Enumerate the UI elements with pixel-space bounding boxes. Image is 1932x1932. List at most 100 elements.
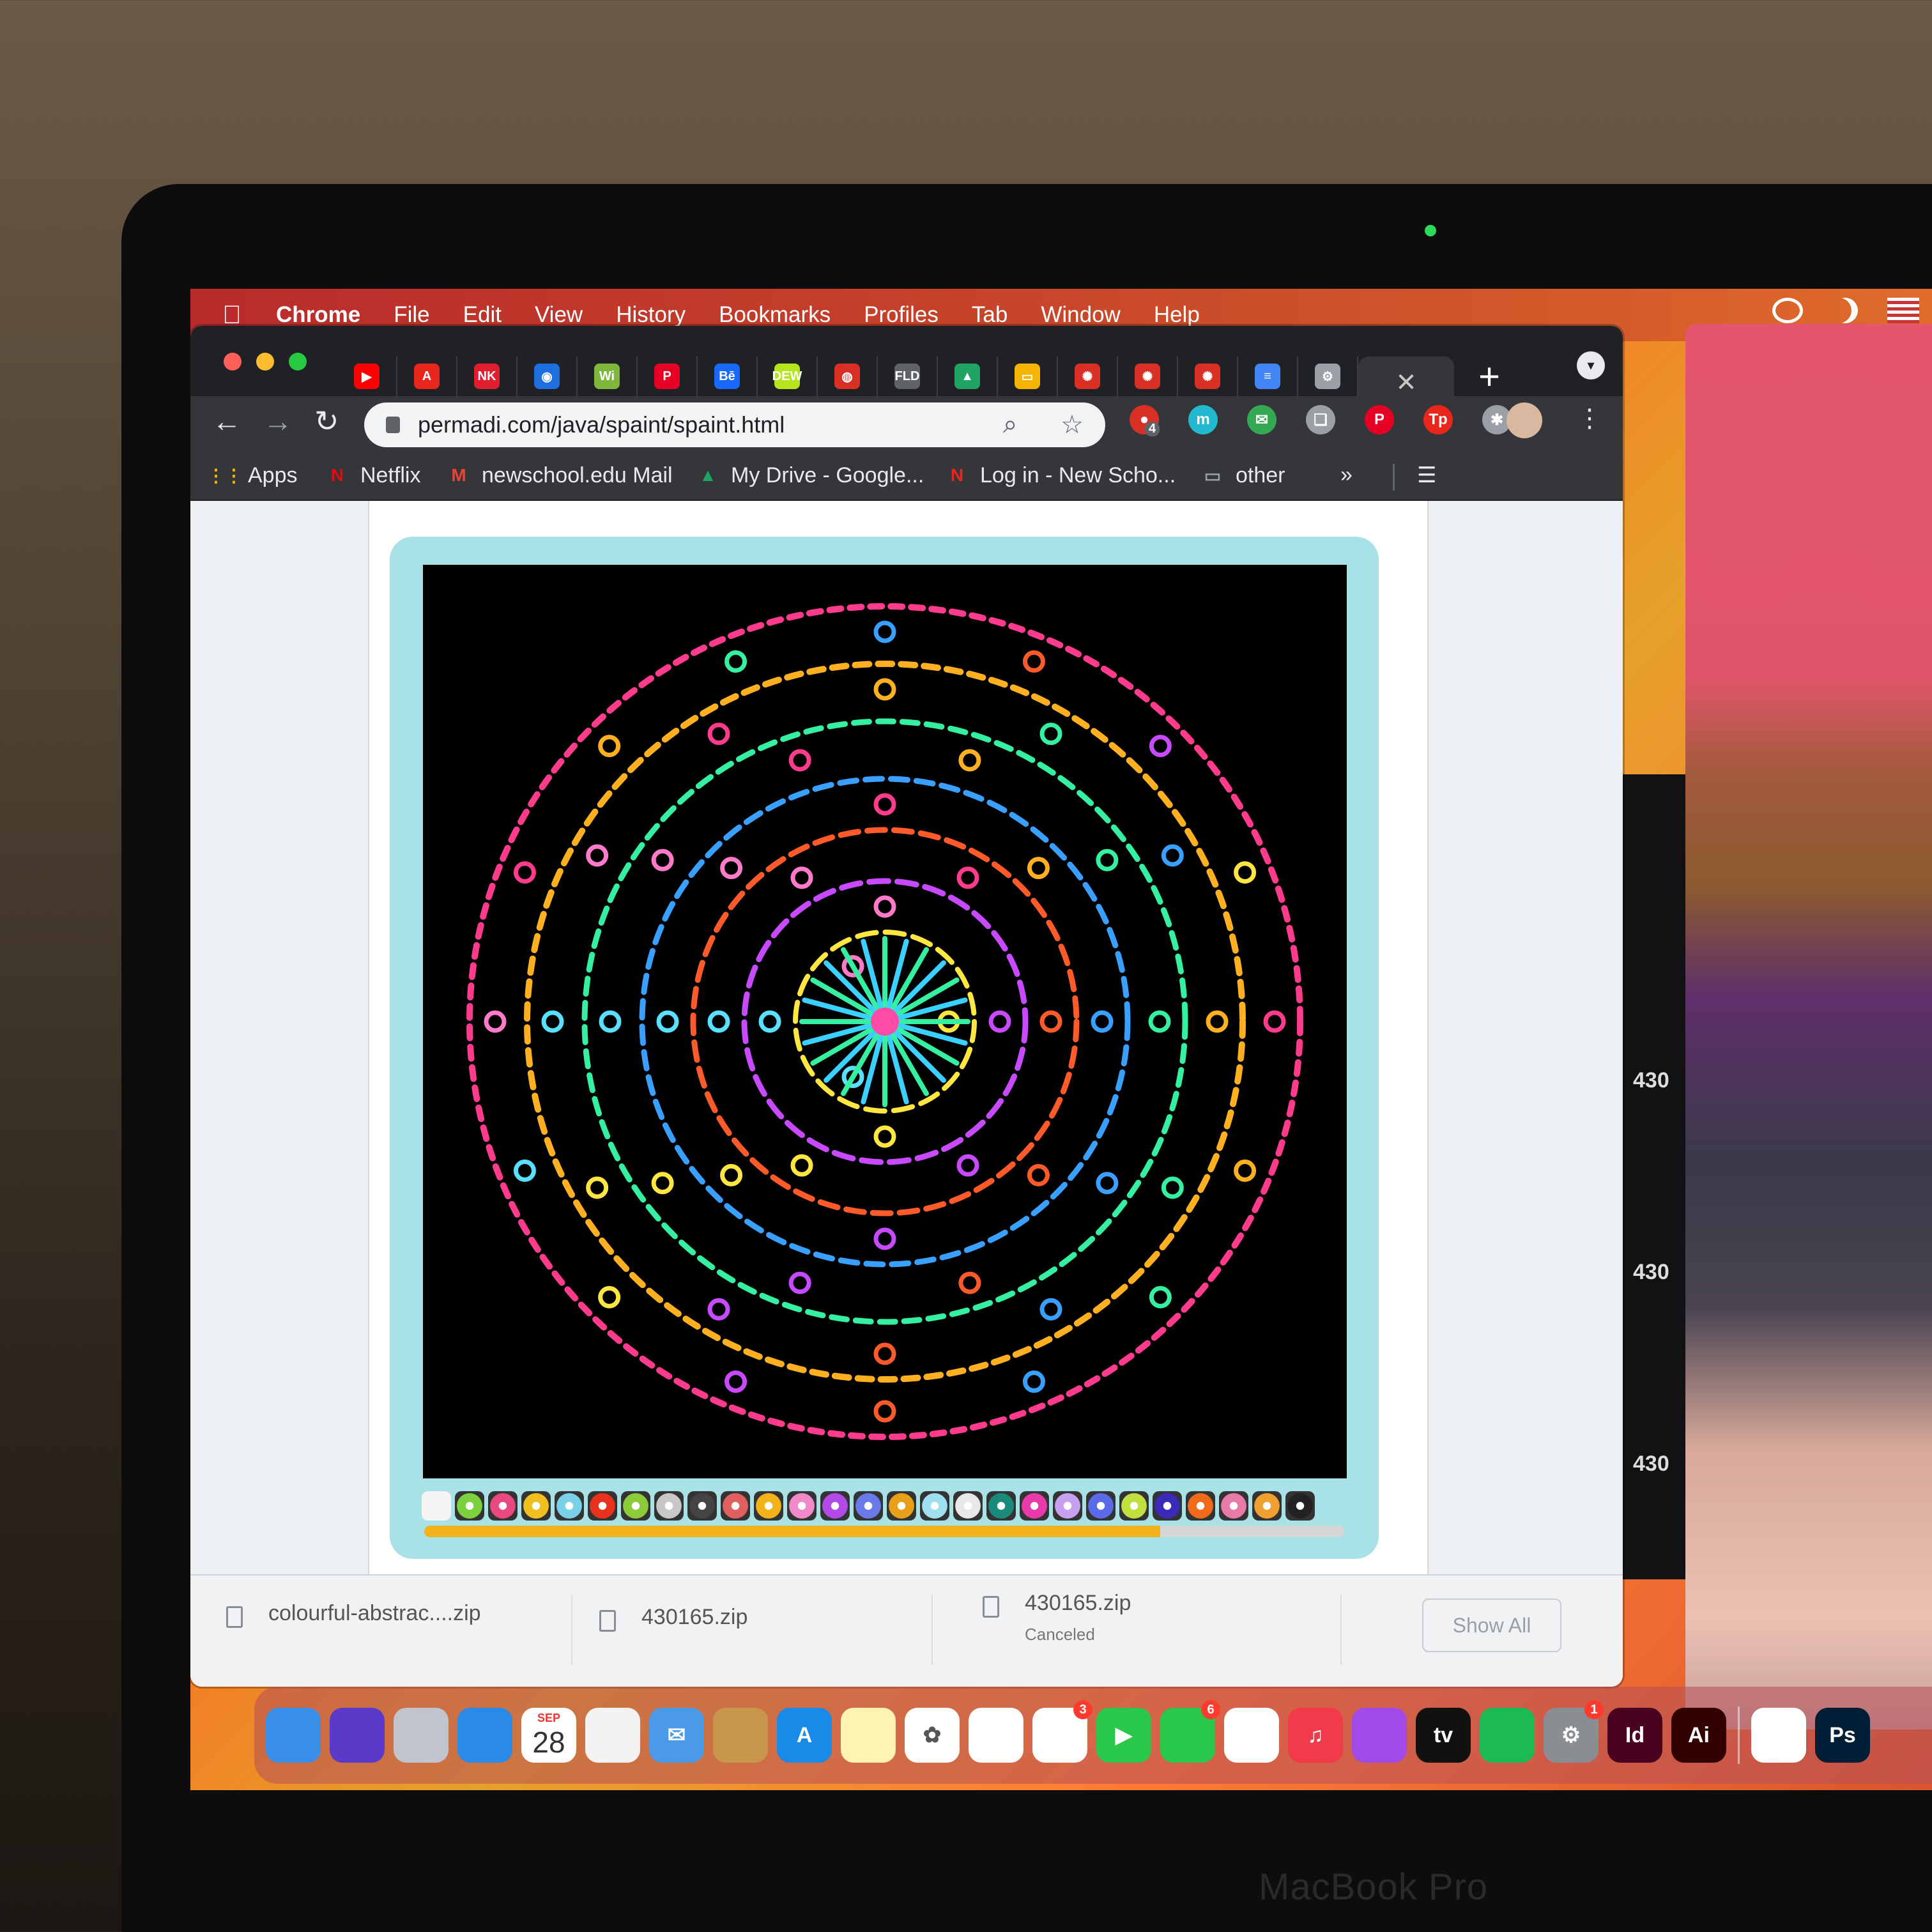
illustrator-icon[interactable]: Ai bbox=[1671, 1708, 1726, 1763]
menu-app-chrome[interactable]: Chrome bbox=[276, 302, 360, 328]
safari-icon[interactable] bbox=[457, 1708, 512, 1763]
pattern-swatch[interactable] bbox=[1219, 1491, 1248, 1521]
system-preferences-icon[interactable]: ⚙ 1 bbox=[1544, 1700, 1604, 1763]
pattern-swatch[interactable] bbox=[953, 1491, 983, 1521]
browser-tab[interactable]: ✺ bbox=[1178, 356, 1238, 396]
browser-tab[interactable]: A bbox=[397, 356, 457, 396]
pattern-swatch[interactable] bbox=[854, 1491, 883, 1521]
photos-icon[interactable]: ✿ bbox=[905, 1708, 960, 1763]
browser-tab[interactable]: NK bbox=[457, 356, 518, 396]
close-tab-icon[interactable]: ✕ bbox=[1395, 368, 1417, 397]
zoom-window-button[interactable] bbox=[289, 353, 307, 371]
news-icon[interactable] bbox=[1224, 1708, 1279, 1763]
browser-tab[interactable]: ▭ bbox=[998, 356, 1058, 396]
browser-tab[interactable]: FLD bbox=[878, 356, 938, 396]
pattern-swatch[interactable] bbox=[621, 1491, 650, 1521]
pattern-swatch[interactable] bbox=[1119, 1491, 1149, 1521]
menu-help[interactable]: Help bbox=[1154, 302, 1200, 328]
browser-tab[interactable]: ✺ bbox=[1058, 356, 1118, 396]
pattern-swatch[interactable] bbox=[654, 1491, 684, 1521]
podcasts-icon[interactable] bbox=[1352, 1708, 1407, 1763]
facetime-icon[interactable]: ▶ bbox=[1096, 1708, 1151, 1763]
browser-tab[interactable]: P bbox=[638, 356, 698, 396]
download-item[interactable]: 430165.zip bbox=[599, 1605, 747, 1632]
pattern-swatch[interactable] bbox=[1153, 1491, 1182, 1521]
lock-icon[interactable] bbox=[386, 417, 400, 433]
keynote-icon[interactable] bbox=[1751, 1708, 1806, 1763]
extension-m-icon[interactable]: m bbox=[1188, 405, 1218, 434]
notes-icon[interactable] bbox=[841, 1708, 896, 1763]
menu-bookmarks[interactable]: Bookmarks bbox=[719, 302, 831, 328]
calendar-icon[interactable]: SEP 28 bbox=[521, 1708, 576, 1763]
pattern-swatch[interactable] bbox=[887, 1491, 916, 1521]
bookmark-log[interactable]: N Log in - New Scho... bbox=[944, 463, 1176, 488]
url-text[interactable]: permadi.com/java/spaint/spaint.html bbox=[418, 411, 785, 438]
do-not-disturb-icon[interactable] bbox=[1832, 298, 1858, 323]
pattern-swatch[interactable] bbox=[488, 1491, 518, 1521]
extension-red-icon[interactable]: ● 4 bbox=[1130, 405, 1160, 436]
download-item[interactable]: colourful-abstrac....zip bbox=[226, 1601, 481, 1628]
bookmarks-overflow-icon[interactable]: » bbox=[1340, 463, 1353, 487]
browser-tab[interactable]: ⚙ bbox=[1298, 356, 1358, 396]
finder-icon[interactable] bbox=[266, 1708, 321, 1763]
show-all-button[interactable]: Show All bbox=[1422, 1598, 1561, 1652]
pattern-swatch[interactable] bbox=[1086, 1491, 1116, 1521]
download-item[interactable]: 430165.zip Canceled bbox=[983, 1591, 1131, 1644]
bookmark-netflix[interactable]: N Netflix bbox=[325, 463, 421, 488]
browser-tab[interactable]: ≡ bbox=[1238, 356, 1298, 396]
pattern-swatch[interactable] bbox=[588, 1491, 617, 1521]
siri-icon[interactable] bbox=[330, 1708, 385, 1763]
address-bar[interactable]: permadi.com/java/spaint/spaint.html ⌕ ☆ bbox=[364, 402, 1105, 447]
browser-tab[interactable]: ✺ bbox=[1118, 356, 1178, 396]
bookmark-apps[interactable]: ⋮⋮ Apps bbox=[207, 463, 298, 488]
bookmark-star-icon[interactable]: ☆ bbox=[1061, 410, 1084, 440]
menu-profiles[interactable]: Profiles bbox=[864, 302, 939, 328]
menu-edit[interactable]: Edit bbox=[463, 302, 502, 328]
app-store-icon[interactable]: A bbox=[777, 1708, 832, 1763]
messages-icon[interactable]: 6 bbox=[1160, 1700, 1220, 1763]
bookmark-newschooledu[interactable]: Mnewschool.edu Mail bbox=[446, 463, 672, 488]
more-menu-icon[interactable]: ⋮ bbox=[1577, 404, 1602, 433]
pattern-swatch[interactable] bbox=[920, 1491, 949, 1521]
pattern-swatch[interactable] bbox=[521, 1491, 551, 1521]
close-window-button[interactable] bbox=[224, 353, 241, 371]
back-icon[interactable]: ← bbox=[212, 404, 241, 438]
numbers-icon[interactable] bbox=[969, 1708, 1023, 1763]
new-tab-button[interactable]: + bbox=[1467, 354, 1512, 399]
menu-tab[interactable]: Tab bbox=[972, 302, 1008, 328]
reminders-icon[interactable]: 3 bbox=[1032, 1700, 1092, 1763]
browser-tab[interactable]: ◍ bbox=[818, 356, 878, 396]
pattern-swatch[interactable] bbox=[820, 1491, 850, 1521]
tab-search-icon[interactable]: ▾ bbox=[1577, 351, 1605, 379]
forward-icon[interactable]: → bbox=[263, 404, 293, 438]
pattern-swatch[interactable] bbox=[687, 1491, 717, 1521]
browser-tab[interactable]: Bē bbox=[698, 356, 758, 396]
menu-file[interactable]: File bbox=[394, 302, 429, 328]
pinterest-icon[interactable]: P bbox=[1365, 405, 1394, 434]
pattern-swatch[interactable] bbox=[555, 1491, 584, 1521]
pattern-swatch[interactable] bbox=[1020, 1491, 1049, 1521]
browser-tab[interactable]: DEW bbox=[758, 356, 818, 396]
pattern-swatch[interactable] bbox=[422, 1491, 451, 1521]
pattern-swatch[interactable] bbox=[1186, 1491, 1215, 1521]
bookmark-my[interactable]: ▲ My Drive - Google... bbox=[695, 463, 924, 488]
bookmark-other[interactable]: ▭ other bbox=[1200, 463, 1285, 488]
input-source-flag-icon[interactable] bbox=[1887, 298, 1919, 323]
pattern-swatch[interactable] bbox=[986, 1491, 1016, 1521]
pattern-swatch[interactable] bbox=[754, 1491, 783, 1521]
zoom-icon[interactable]: ⌕ bbox=[1003, 410, 1017, 439]
pattern-swatch[interactable] bbox=[1285, 1491, 1315, 1521]
profile-avatar[interactable] bbox=[1506, 402, 1542, 438]
pattern-swatch[interactable] bbox=[1252, 1491, 1282, 1521]
reload-icon[interactable]: ↻ bbox=[314, 404, 339, 438]
pattern-swatch[interactable] bbox=[787, 1491, 816, 1521]
pattern-swatch[interactable] bbox=[721, 1491, 750, 1521]
browser-tab[interactable]: Wi bbox=[578, 356, 638, 396]
photoshop-icon[interactable]: Ps bbox=[1815, 1708, 1870, 1763]
browser-tab[interactable]: ▶ bbox=[337, 356, 397, 396]
extension-book-icon[interactable]: ❏ bbox=[1306, 405, 1335, 434]
creative-cloud-icon[interactable] bbox=[1772, 298, 1803, 323]
menu-view[interactable]: View bbox=[535, 302, 583, 328]
mail-icon[interactable]: ✉ bbox=[649, 1708, 704, 1763]
pattern-swatch[interactable] bbox=[455, 1491, 484, 1521]
